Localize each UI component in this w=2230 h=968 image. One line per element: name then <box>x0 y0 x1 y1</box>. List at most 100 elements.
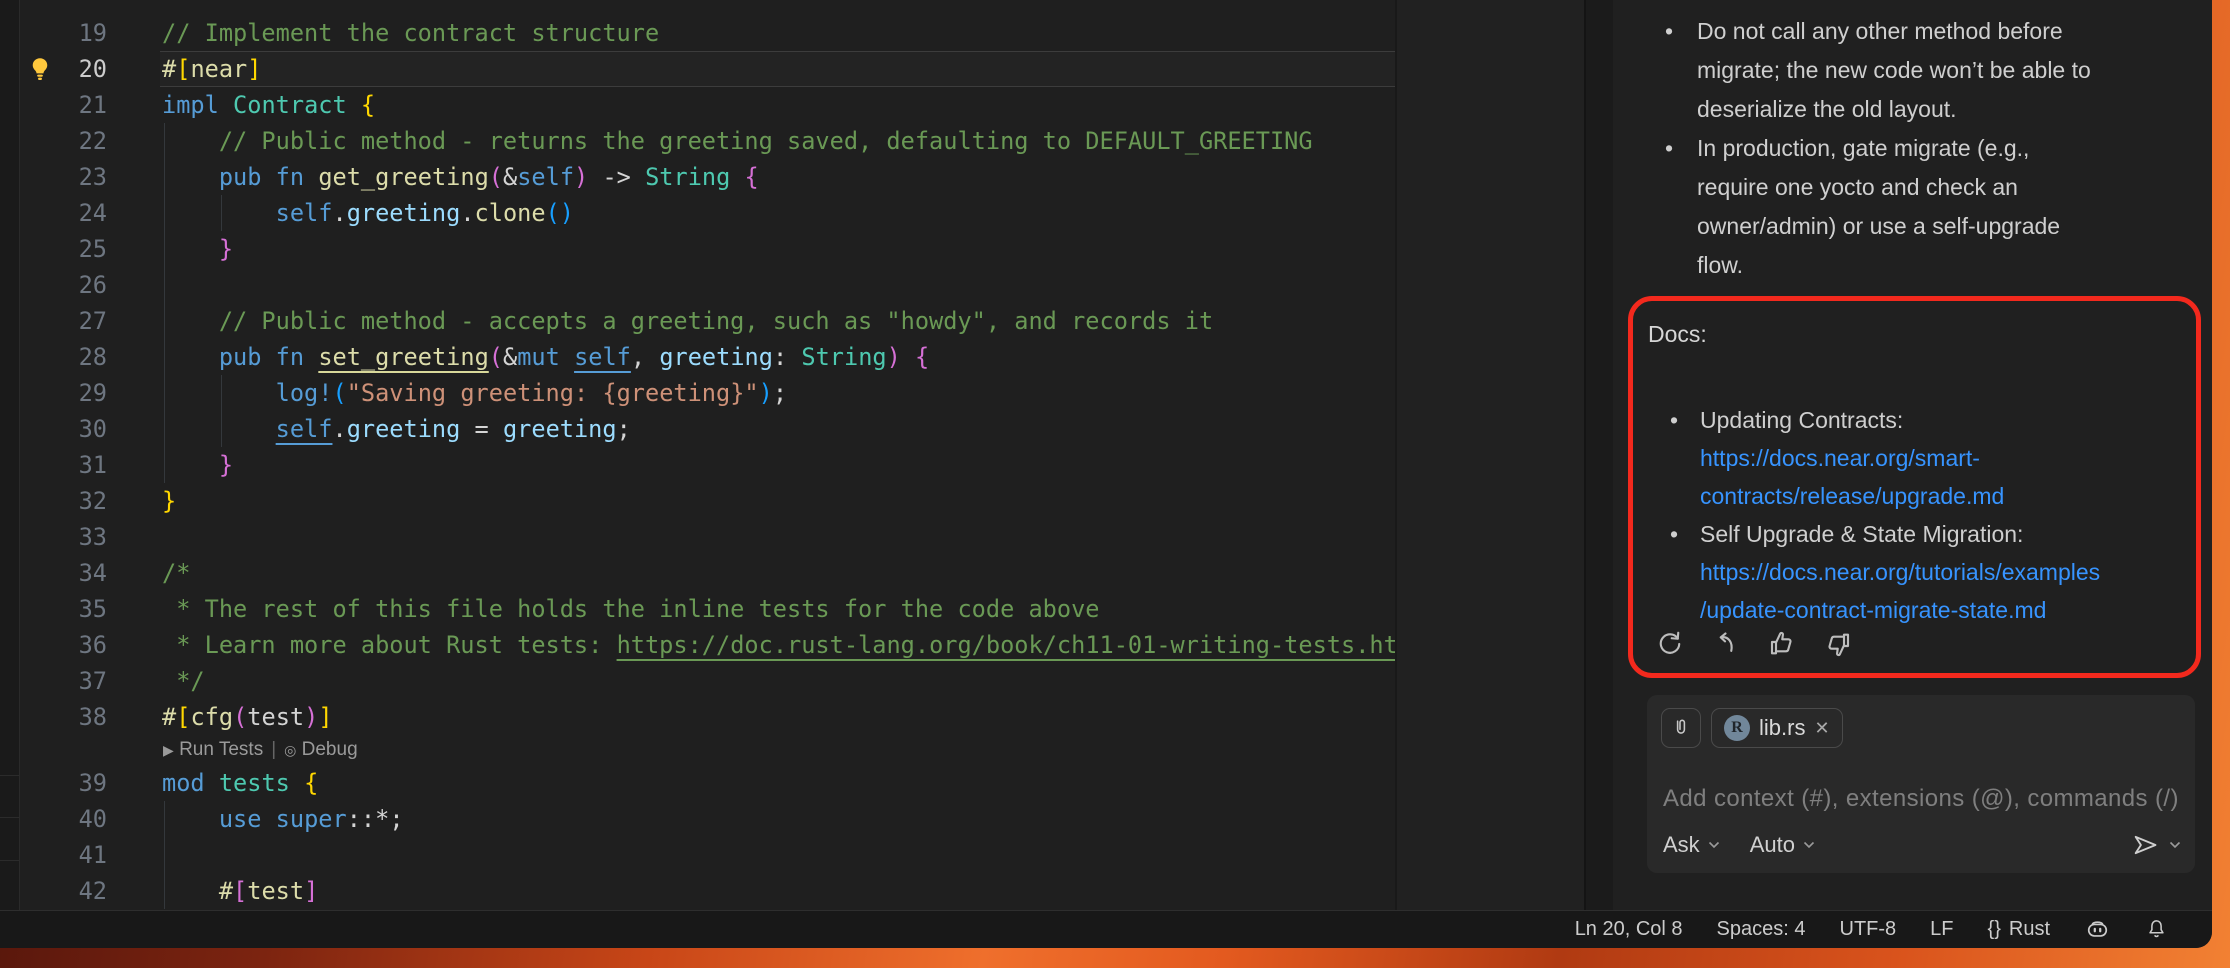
code-token: ; <box>617 415 631 443</box>
code-token <box>730 163 744 191</box>
bullet-text-line: In production, gate migrate (e.g., <box>1697 129 2091 168</box>
status-eol[interactable]: LF <box>1930 918 1953 941</box>
docs-link[interactable]: https://docs.near.org/tutorials/examples <box>1700 553 2183 591</box>
line-number: 19 <box>30 15 107 51</box>
code-token: : <box>773 343 801 371</box>
code-token: cfg <box>190 703 233 731</box>
code-token: fn <box>276 163 304 191</box>
code-token <box>304 343 318 371</box>
composer-toolbar: Ask Auto <box>1663 829 2181 861</box>
run-tests-play-icon[interactable]: ▶ <box>163 742 174 758</box>
code-line: } <box>162 231 233 267</box>
codelens-debug[interactable]: Debug <box>302 739 358 760</box>
codelens-row: ▶ Run Tests|◎ Debug <box>163 735 358 765</box>
model-dropdown-auto[interactable]: Auto <box>1750 832 1815 858</box>
context-chip-label: lib.rs <box>1759 715 1805 741</box>
code-token: greeting <box>503 415 617 443</box>
thumbs-down-icon[interactable] <box>1822 628 1854 660</box>
send-button[interactable] <box>2131 831 2181 859</box>
undo-icon[interactable] <box>1710 628 1742 660</box>
codelens-run-tests[interactable]: Run Tests <box>179 739 263 760</box>
code-line: #[near] <box>162 51 261 87</box>
code-token: ) <box>304 703 318 731</box>
docs-link[interactable]: https://docs.near.org/smart- <box>1700 439 2183 477</box>
thumbs-up-icon[interactable] <box>1766 628 1798 660</box>
chip-close-icon[interactable]: ✕ <box>1814 718 1829 739</box>
current-line-highlight <box>160 51 1397 87</box>
list-item: •In production, gate migrate (e.g.,requi… <box>1653 129 2091 285</box>
code-line: self.greeting.clone() <box>162 195 574 231</box>
status-encoding[interactable]: UTF-8 <box>1840 918 1897 941</box>
code-line: pub fn get_greeting(&self) -> String { <box>162 159 759 195</box>
rust-logo-icon: R <box>1724 715 1750 741</box>
code-token: . <box>460 199 474 227</box>
status-language[interactable]: {} Rust <box>1988 918 2050 941</box>
chat-panel: •Do not call any other method beforemigr… <box>1613 0 2212 910</box>
bullet-icon: • <box>1670 401 1678 439</box>
code-token: ) <box>574 163 588 191</box>
status-indentation[interactable]: Spaces: 4 <box>1717 918 1806 941</box>
bullet-icon: • <box>1665 12 1673 51</box>
code-token: . <box>332 415 346 443</box>
code-token: test <box>247 877 304 905</box>
code-token: self <box>574 343 631 371</box>
bullet-text-line: require one yocto and check an <box>1697 168 2091 207</box>
code-line: // Public method - returns the greeting … <box>162 123 1313 159</box>
code-line: } <box>162 483 176 519</box>
line-number: 22 <box>30 123 107 159</box>
code-token: & <box>503 343 517 371</box>
code-line: #[cfg(test)] <box>162 699 333 735</box>
code-token: String <box>801 343 886 371</box>
send-plane-icon <box>2136 837 2156 853</box>
code-token: { <box>745 163 759 191</box>
docs-link[interactable]: /update-contract-migrate-state.md <box>1700 591 2183 629</box>
notifications-bell-icon[interactable] <box>2145 918 2168 941</box>
line-number: 41 <box>30 837 107 873</box>
code-token: greeting <box>659 343 773 371</box>
indent-guide <box>164 267 165 303</box>
status-cursor-position[interactable]: Ln 20, Col 8 <box>1575 918 1683 941</box>
code-token <box>162 235 219 263</box>
code-token: ) <box>887 343 901 371</box>
line-number: 36 <box>30 627 107 663</box>
code-token: ] <box>318 703 332 731</box>
code-token: get_greeting <box>318 163 488 191</box>
line-number: 20 <box>30 51 107 87</box>
code-token <box>304 163 318 191</box>
code-line: use super::*; <box>162 801 404 837</box>
code-link[interactable]: https://doc.rust-lang.org/book/ch11-01-w… <box>617 631 1397 659</box>
code-token: test <box>247 703 304 731</box>
code-token: self <box>517 163 574 191</box>
mode-dropdown-ask[interactable]: Ask <box>1663 832 1720 858</box>
panel-sash[interactable] <box>1586 0 1613 910</box>
list-item: •Do not call any other method beforemigr… <box>1653 12 2091 129</box>
docs-link[interactable]: contracts/release/upgrade.md <box>1700 477 2183 515</box>
copilot-icon[interactable] <box>2084 916 2111 943</box>
line-number: 27 <box>30 303 107 339</box>
context-chip-librs[interactable]: R lib.rs ✕ <box>1711 708 1843 748</box>
code-token: [ <box>176 703 190 731</box>
code-token: ( <box>489 163 503 191</box>
minimap[interactable] <box>1397 0 1584 910</box>
line-number: 32 <box>30 483 107 519</box>
chat-input[interactable]: Add context (#), extensions (@), command… <box>1663 784 2183 814</box>
line-number: 23 <box>30 159 107 195</box>
code-token: { <box>361 91 375 119</box>
code-token: pub <box>219 163 262 191</box>
code-token: pub <box>219 343 262 371</box>
docs-item-label: Self Upgrade & State Migration: <box>1700 515 2183 553</box>
docs-list-item: • Self Upgrade & State Migration:https://… <box>1648 515 2183 629</box>
code-editor[interactable]: 1920212223242526272829303132333435363738… <box>0 0 1397 910</box>
code-token <box>162 451 219 479</box>
chat-composer[interactable]: R lib.rs ✕ Add context (#), extensions (… <box>1647 695 2195 873</box>
bullet-icon: • <box>1670 515 1678 553</box>
attach-paperclip-icon[interactable] <box>1661 708 1701 748</box>
code-token: super <box>276 805 347 833</box>
line-number: 33 <box>30 519 107 555</box>
retry-icon[interactable] <box>1654 628 1686 660</box>
code-token: // Implement the contract structure <box>162 19 659 47</box>
debug-icon[interactable]: ◎ <box>284 742 296 758</box>
code-token: /* <box>162 559 190 587</box>
docs-heading: Docs: <box>1648 321 1707 348</box>
code-token: tests <box>219 769 290 797</box>
